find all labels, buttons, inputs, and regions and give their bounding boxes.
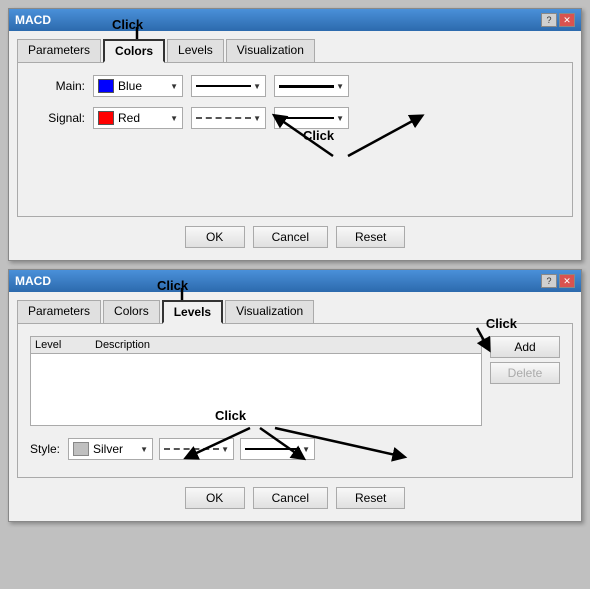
dialog1-main-line-preview [196,85,251,87]
dialog2-style-linestyle-arrow: ▼ [221,445,229,454]
tab-levels-1[interactable]: Levels [167,39,224,63]
dialog1-main-linewidth-dropdown[interactable]: ▼ [274,75,349,97]
dialog1-help-button[interactable]: ? [541,13,557,27]
dialog1-tabs: Parameters Colors Levels Visualization [17,39,573,63]
dialog2-wrapper: MACD ? ✕ Click Pa [8,269,582,522]
dialog2-delete-button[interactable]: Delete [490,362,560,384]
dialog1-signal-color-text: Red [118,111,166,125]
dialog2-titlebar: MACD ? ✕ [9,270,581,292]
dialog2: MACD ? ✕ Click Pa [8,269,582,522]
dialog2-style-color-text: Silver [93,442,136,456]
dialog1-wrapper: MACD ? ✕ Click Pa [8,8,582,261]
dialog2-style-line-preview [164,448,219,450]
dialog1-click-annotation2: Click [303,128,334,143]
dialog2-style-color-swatch [73,442,89,456]
dialog1-signal-linestyle-arrow: ▼ [253,114,261,123]
dialog2-style-area: Click [30,438,560,460]
dialog1-signal-linewidth-arrow: ▼ [336,114,344,123]
dialog2-style-linewidth-preview [245,448,300,450]
dialog1-main-color-text: Blue [118,79,166,93]
dialog1-signal-color-swatch [98,111,114,125]
dialog1-signal-line-preview [196,117,251,119]
dialog1-tab-content: Main: Blue ▼ ▼ ▼ [17,62,573,217]
tab-visualization-1[interactable]: Visualization [226,39,315,63]
dialog1-main-color-swatch [98,79,114,93]
dialog2-content: Click Parameters Colors Levels Visualiza… [9,292,581,521]
dialog2-style-row: Style: Silver ▼ ▼ ▼ [30,438,560,460]
tab-colors-2[interactable]: Colors [103,300,160,324]
dialog1-main-linewidth-arrow: ▼ [336,82,344,91]
dialog2-table-body[interactable] [31,354,481,414]
dialog1-title: MACD [15,13,51,27]
dialog2-titlebar-buttons: ? ✕ [541,274,575,288]
dialog1-main-linestyle-dropdown[interactable]: ▼ [191,75,266,97]
dialog1-main-linewidth-preview [279,85,334,88]
dialog2-add-button[interactable]: Add [490,336,560,358]
dialog1-main-label: Main: [30,79,85,93]
dialog2-col-description: Description [95,339,477,351]
dialog2-table-container: Level Description [30,336,482,434]
dialog2-table-header: Level Description [31,337,481,354]
dialog2-reset-button[interactable]: Reset [336,487,405,509]
dialog2-btn-row: OK Cancel Reset [17,479,573,513]
dialog1-titlebar-buttons: ? ✕ [541,13,575,27]
dialog1-tab-area: Click Parameters Colors Levels Visualiza… [17,39,573,63]
dialog1-signal-linewidth-preview [279,117,334,119]
dialog1-main-linestyle-arrow: ▼ [253,82,261,91]
dialog1-signal-label: Signal: [30,111,85,125]
dialog1-signal-color-dropdown[interactable]: Red ▼ [93,107,183,129]
dialog1-signal-row: Signal: Red ▼ ▼ ▼ [30,107,560,129]
dialog2-levels-main: Level Description Add Delete [30,336,560,434]
dialog2-close-button[interactable]: ✕ [559,274,575,288]
dialog1: MACD ? ✕ Click Pa [8,8,582,261]
dialog2-help-button[interactable]: ? [541,274,557,288]
dialog2-title: MACD [15,274,51,288]
tab-parameters-2[interactable]: Parameters [17,300,101,324]
dialog1-close-button[interactable]: ✕ [559,13,575,27]
dialog1-signal-color-arrow: ▼ [170,114,178,123]
dialog1-main-color-arrow: ▼ [170,82,178,91]
tab-levels-2[interactable]: Levels [162,300,223,324]
dialog2-side-buttons: Add Delete [490,336,560,384]
dialog2-style-linewidth-arrow: ▼ [302,445,310,454]
dialog2-style-dropdown-arrow: ▼ [140,445,148,454]
dialog1-ok-button[interactable]: OK [185,226,245,248]
dialog2-levels-table: Level Description [30,336,482,426]
dialog2-tab-area: Click Parameters Colors Levels Visualiza… [17,300,573,324]
dialog1-signal-linewidth-dropdown[interactable]: ▼ [274,107,349,129]
dialog1-cancel-button[interactable]: Cancel [253,226,328,248]
tab-visualization-2[interactable]: Visualization [225,300,314,324]
dialog2-tab-content: Click Level Desc [17,323,573,478]
dialog2-tabs: Parameters Colors Levels Visualization [17,300,573,324]
dialog2-style-color-dropdown[interactable]: Silver ▼ [68,438,153,460]
dialog2-col-level: Level [35,339,95,351]
dialog1-reset-button[interactable]: Reset [336,226,405,248]
tab-colors-1[interactable]: Colors [103,39,165,63]
dialog1-content: Click Parameters Colors Levels Visualiza… [9,31,581,260]
dialog2-style-linestyle-dropdown[interactable]: ▼ [159,438,234,460]
dialog1-titlebar: MACD ? ✕ [9,9,581,31]
dialog1-signal-linestyle-dropdown[interactable]: ▼ [191,107,266,129]
dialog2-ok-button[interactable]: OK [185,487,245,509]
dialog2-style-label: Style: [30,442,60,456]
dialog1-main-color-dropdown[interactable]: Blue ▼ [93,75,183,97]
dialog1-btn-row: OK Cancel Reset [17,218,573,252]
tab-parameters-1[interactable]: Parameters [17,39,101,63]
dialog2-style-linewidth-dropdown[interactable]: ▼ [240,438,315,460]
dialog2-cancel-button[interactable]: Cancel [253,487,328,509]
dialog1-main-row: Main: Blue ▼ ▼ ▼ [30,75,560,97]
